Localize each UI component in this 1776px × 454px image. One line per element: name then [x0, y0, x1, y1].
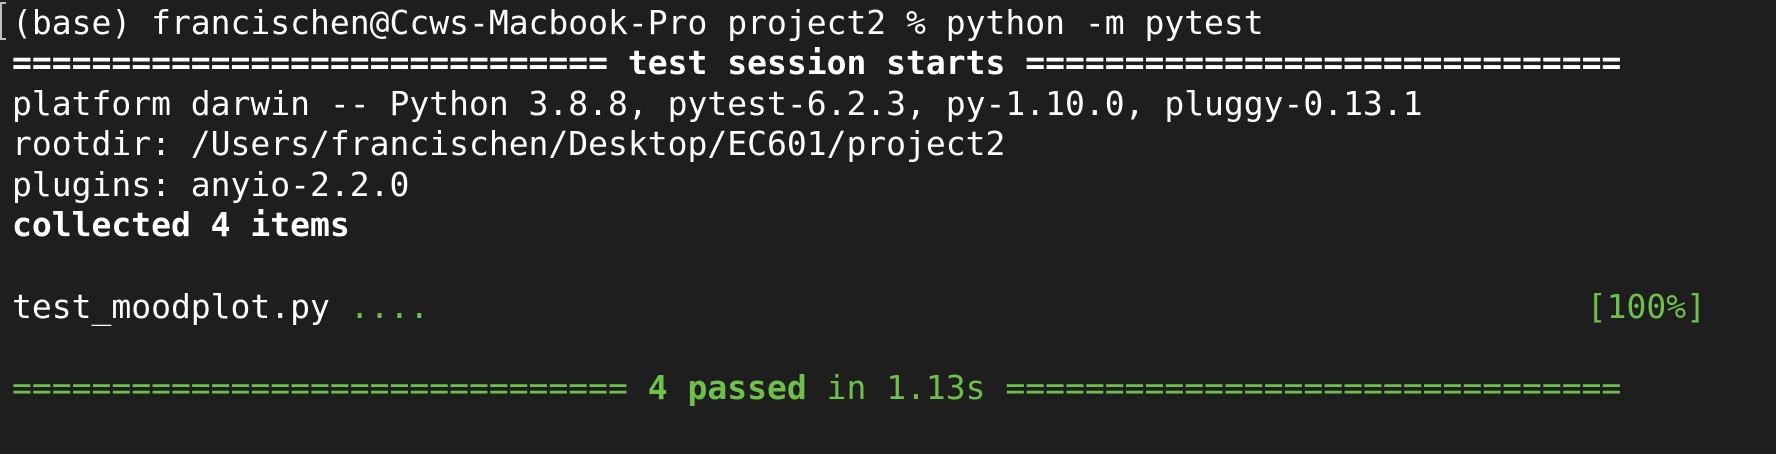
test-file-name: test_moodplot.py: [12, 287, 350, 326]
test-progress-dots: ....: [349, 287, 430, 326]
test-percent: [100%]: [1586, 287, 1706, 326]
passed-count: 4 passed: [647, 368, 807, 407]
rootdir-line: rootdir: /Users/francischen/Desktop/EC60…: [12, 124, 1006, 163]
header-title: test session starts: [627, 43, 1006, 82]
selection-bracket-marker: [0, 2, 6, 40]
summary-line: =============================== 4 passed…: [12, 365, 1621, 411]
duration-text: in 1.13s: [806, 368, 986, 407]
scrollbar[interactable]: [1766, 0, 1776, 454]
footer-right-rule: ===============================: [985, 368, 1622, 407]
footer-left-rule: ===============================: [12, 368, 648, 407]
header-left-rule: ==============================: [12, 43, 628, 82]
terminal-window[interactable]: (base) francischen@Ccws-Macbook-Pro proj…: [0, 0, 1776, 454]
collected-line: collected 4 items: [12, 205, 350, 244]
session-header-line: ============================== test sess…: [12, 40, 1621, 86]
header-right-rule: ==============================: [1005, 43, 1622, 82]
test-result-line: test_moodplot.py .... [100%]: [12, 284, 1736, 330]
